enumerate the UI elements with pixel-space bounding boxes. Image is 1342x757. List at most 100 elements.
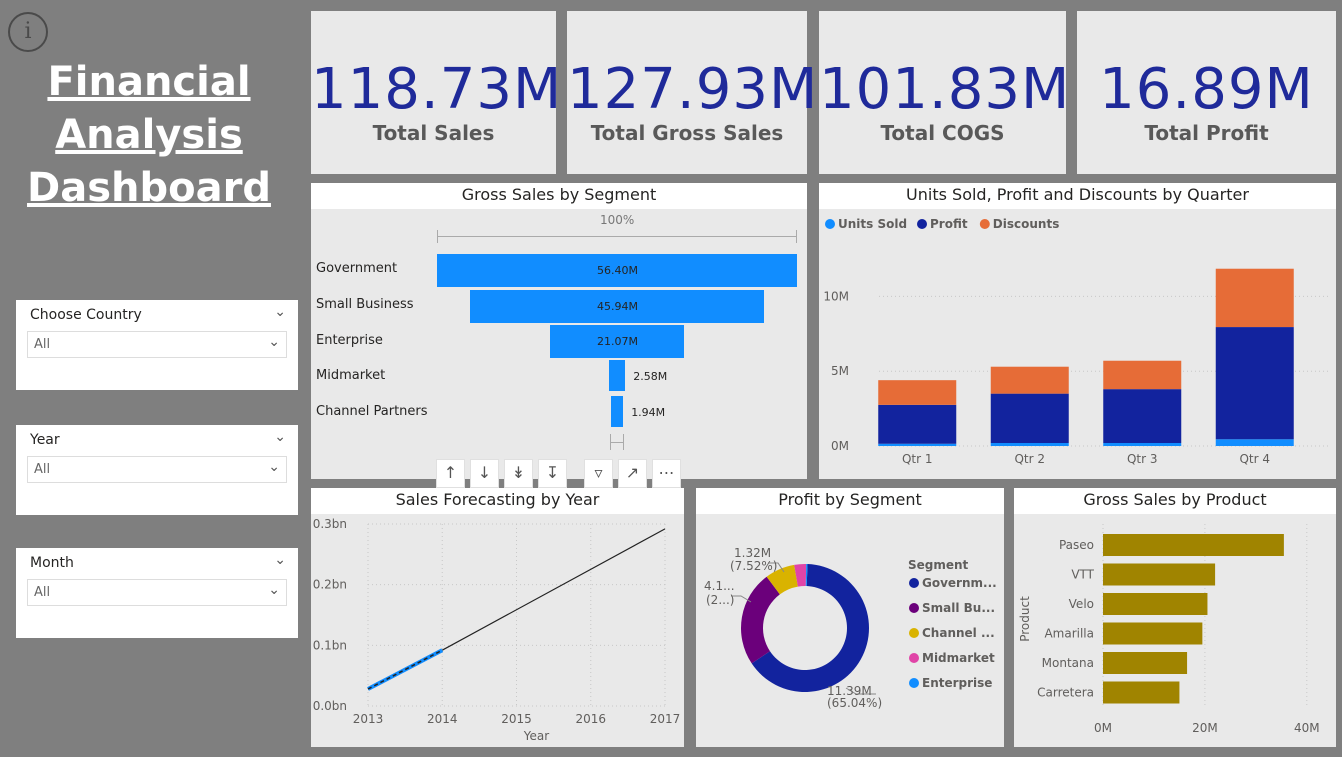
double-arrow-down-icon[interactable]: ↡	[504, 459, 533, 488]
legend-label: Discounts	[993, 217, 1060, 231]
funnel-visual[interactable]: Gross Sales by Segment 100% Government S…	[311, 183, 807, 479]
dropdown-value: All	[34, 462, 51, 477]
bar-segment	[878, 443, 957, 446]
visual-title: Sales Forecasting by Year	[311, 488, 684, 514]
funnel-bar[interactable]	[610, 396, 624, 427]
y-tick-label: Velo	[1069, 597, 1094, 611]
funnel-range-line	[437, 236, 797, 237]
bar-segment	[990, 366, 1069, 394]
legend-label: Small Bu...	[922, 601, 995, 615]
title-line-1: Financial	[47, 59, 251, 105]
kpi-label: Total COGS	[880, 121, 1005, 145]
product-chart-plot: 0M 20M 40M Product Paseo VTT Velo Amarilla Monta…	[1018, 524, 1320, 735]
slicer-title: Month	[30, 555, 74, 571]
legend-marker	[909, 628, 919, 638]
y-tick-label: 0.0bn	[313, 699, 347, 713]
slicer-month[interactable]: Month ⌄ All ⌄	[16, 548, 298, 638]
legend-marker	[917, 219, 927, 229]
y-tick-label: 0.2bn	[313, 578, 347, 592]
chevron-down-icon[interactable]: ⌄	[268, 582, 280, 598]
funnel-category-label: Channel Partners	[316, 404, 428, 419]
y-tick-label: 0.3bn	[313, 517, 347, 531]
donut-data-label: (65.04%)	[827, 696, 882, 710]
arrow-down-icon[interactable]: ↓	[470, 459, 499, 488]
legend-marker	[909, 678, 919, 688]
legend-marker	[825, 219, 835, 229]
x-tick-label: 2014	[427, 712, 458, 726]
forecast-chart-visual[interactable]: Sales Forecasting by Year 0.0bn 0.1bn 0.2b…	[311, 488, 684, 747]
chevron-down-icon[interactable]: ⌄	[268, 459, 280, 475]
y-tick-label: Amarilla	[1044, 627, 1094, 641]
chevron-down-icon[interactable]: ⌄	[274, 552, 286, 568]
chevron-down-icon[interactable]: ⌄	[274, 429, 286, 445]
legend-marker	[909, 603, 919, 613]
kpi-total-cogs[interactable]: 101.83M Total COGS	[819, 11, 1069, 174]
year-dropdown[interactable]: All ⌄	[27, 456, 287, 483]
donut-data-label: 4.1...	[704, 579, 735, 593]
arrow-up-icon[interactable]: ↑	[436, 459, 465, 488]
kpi-total-gross-sales[interactable]: 127.93M Total Gross Sales	[567, 11, 817, 174]
y-tick-label: 10M	[823, 289, 849, 303]
expand-hierarchy-icon[interactable]: ↧	[538, 459, 567, 488]
filter-icon[interactable]: ▿	[584, 459, 613, 488]
info-icon[interactable]: i	[8, 12, 48, 52]
bar-segment	[1103, 443, 1182, 446]
y-axis-title: Product	[1018, 596, 1032, 642]
visual-title: Gross Sales by Segment	[311, 183, 807, 209]
legend-label: Midmarket	[922, 651, 995, 665]
funnel-data-label: 45.94M	[597, 300, 638, 313]
product-bar	[1103, 622, 1203, 645]
slicer-country[interactable]: Choose Country ⌄ All ⌄	[16, 300, 298, 390]
x-tick-label: 2015	[501, 712, 532, 726]
forecast-line	[441, 528, 666, 651]
kpi-label: Total Profit	[1144, 121, 1269, 145]
bar-segment	[878, 380, 957, 405]
donut-data-label: (2...)	[706, 593, 734, 607]
funnel-category-label: Small Business	[316, 297, 414, 312]
quarter-chart-visual[interactable]: Units Sold, Profit and Discounts by Quar…	[819, 183, 1336, 479]
product-bar	[1103, 681, 1180, 704]
legend-marker	[909, 578, 919, 588]
kpi-label: Total Gross Sales	[590, 121, 784, 145]
donut-chart-plot: 11.39M(65.04%)4.1...(2...)1.32M(7.52%) Se…	[704, 546, 997, 710]
quarter-chart-plot: 0M 5M 10M Qtr 1 Qtr 2 Qtr 3 Qtr 4	[823, 268, 1329, 466]
donut-data-label: 1.32M	[734, 546, 771, 560]
bar-segment	[1103, 360, 1182, 390]
visual-title: Gross Sales by Product	[1014, 488, 1336, 514]
legend-label: Units Sold	[838, 217, 907, 231]
chevron-down-icon[interactable]: ⌄	[268, 334, 280, 350]
funnel-data-label: 1.94M	[631, 406, 666, 419]
x-axis-title: Year	[523, 729, 549, 743]
x-tick-label: Qtr 2	[1014, 452, 1045, 466]
funnel-category-label: Enterprise	[316, 333, 383, 348]
focus-mode-icon[interactable]: ↗	[618, 459, 647, 488]
funnel-range-line	[610, 442, 624, 443]
bar-segment	[878, 404, 957, 444]
slicer-year[interactable]: Year ⌄ All ⌄	[16, 425, 298, 515]
donut-chart-visual[interactable]: Profit by Segment 11.39M (65.04%) 4.1... (2…	[696, 488, 1004, 747]
product-chart-visual[interactable]: Gross Sales by Product 0M 20M 40M Product Pa…	[1014, 488, 1336, 747]
funnel-range-tick	[796, 230, 797, 243]
bar-segment	[1215, 327, 1294, 440]
visual-title: Units Sold, Profit and Discounts by Quar…	[819, 183, 1336, 209]
donut-data-label: (7.52%)	[730, 559, 777, 573]
kpi-value: 16.89M	[1099, 57, 1314, 122]
bar-segment	[1215, 268, 1294, 328]
product-bar	[1103, 652, 1188, 674]
bar-segment	[990, 443, 1069, 446]
chart-legend: Units Sold Profit Discounts	[825, 217, 1059, 231]
month-dropdown[interactable]: All ⌄	[27, 579, 287, 606]
country-dropdown[interactable]: All ⌄	[27, 331, 287, 358]
y-tick-label: VTT	[1071, 568, 1094, 582]
funnel-top-label: 100%	[600, 213, 635, 227]
funnel-bar[interactable]	[608, 360, 626, 391]
bar-segment	[1103, 389, 1182, 444]
visual-title: Profit by Segment	[696, 488, 1004, 514]
more-options-icon[interactable]: ⋯	[652, 459, 681, 488]
kpi-total-sales[interactable]: 118.73M Total Sales	[311, 11, 561, 174]
x-tick-label: Qtr 4	[1239, 452, 1270, 466]
kpi-total-profit[interactable]: 16.89M Total Profit	[1077, 11, 1336, 174]
chevron-down-icon[interactable]: ⌄	[274, 304, 286, 320]
bar-segment	[990, 393, 1069, 444]
legend-marker	[909, 653, 919, 663]
